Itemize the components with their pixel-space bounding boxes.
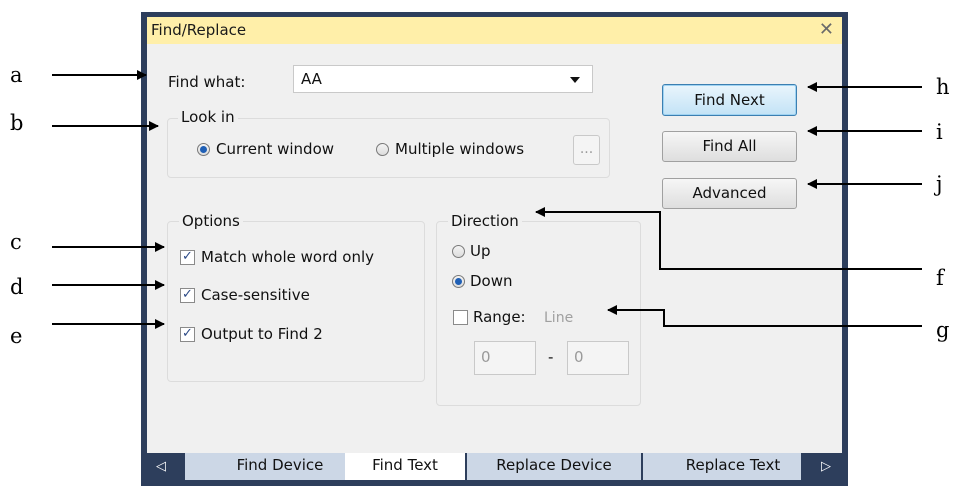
callout-arrows — [52, 70, 922, 329]
arrow-f — [535, 207, 922, 270]
arrow-g — [607, 305, 922, 327]
